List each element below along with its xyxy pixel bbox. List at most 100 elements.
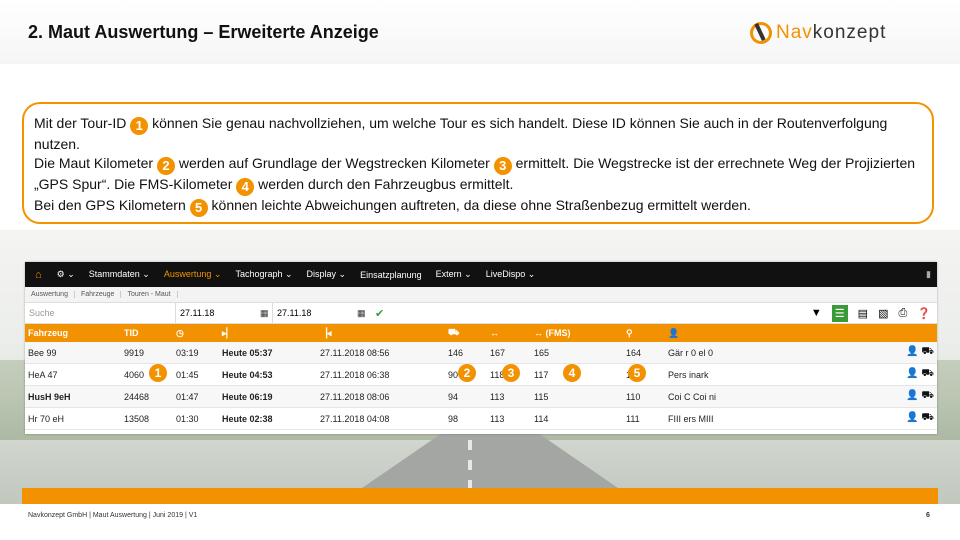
- export-icon[interactable]: ▤: [858, 307, 868, 320]
- nav-tachograph[interactable]: Tachograph ⌄: [228, 269, 299, 280]
- col-start-icon[interactable]: ▸▏: [219, 324, 317, 342]
- filter-icon[interactable]: ▼: [811, 307, 822, 319]
- cell-end: 27.11.2018 06:38: [317, 363, 445, 386]
- breadcrumb: Auswertung Fahrzeuge Touren - Maut: [25, 287, 937, 303]
- marker-3: 3: [502, 364, 520, 382]
- calendar-icon[interactable]: ▦: [357, 308, 369, 319]
- row-action-icons[interactable]: 👤 ⛟: [891, 342, 937, 364]
- col-maut-km-icon[interactable]: ⛟: [445, 324, 487, 342]
- cell-start: Heute 02:38: [219, 407, 317, 430]
- logo-text-nav: Nav: [776, 22, 813, 43]
- table-row[interactable]: Hr 70 eH 13508 01:30 Heute 02:38 27.11.2…: [25, 407, 937, 430]
- marker-2: 2: [458, 364, 476, 382]
- cell-gps-km: 110: [623, 385, 665, 408]
- excel-icon[interactable]: ▧: [878, 307, 888, 320]
- nav-einsatzplanung[interactable]: Einsatzplanung: [353, 270, 429, 280]
- home-icon[interactable]: ⌂: [25, 269, 50, 281]
- nav-livedispo[interactable]: LiveDispo ⌄: [479, 269, 543, 280]
- calendar-icon[interactable]: ▦: [260, 308, 272, 319]
- marker-1: 1: [149, 364, 167, 382]
- slide-title: 2. Maut Auswertung – Erweiterte Anzeige: [28, 22, 379, 42]
- text-p3a: Bei den GPS Kilometern: [34, 197, 190, 213]
- search-input[interactable]: Suche: [25, 308, 175, 318]
- cell-start: Heute 06:19: [219, 385, 317, 408]
- apply-check-icon[interactable]: ✔: [375, 307, 384, 320]
- col-actions: [891, 324, 937, 342]
- cell-driver: Coi C Coi ni: [665, 385, 891, 408]
- cell-distance-fms: 165: [531, 342, 623, 364]
- footer-text: Navkonzept GmbH | Maut Auswertung | Juni…: [28, 512, 198, 519]
- cell-fahrzeug: Bee 99: [25, 342, 121, 364]
- nav-display[interactable]: Display ⌄: [300, 269, 354, 280]
- col-fahrzeug[interactable]: Fahrzeug: [25, 324, 121, 342]
- footer: [0, 504, 960, 540]
- nav-stammdaten[interactable]: Stammdaten ⌄: [82, 269, 157, 280]
- cell-maut-km: 146: [445, 342, 487, 364]
- breadcrumb-fahrzeuge[interactable]: Fahrzeuge: [75, 291, 122, 298]
- col-distance-fms[interactable]: ↔ (FMS): [531, 324, 623, 342]
- text-p1b: können Sie genau nachvollziehen, um welc…: [34, 115, 888, 152]
- table-row[interactable]: HusH 9eH 24468 01:47 Heute 06:19 27.11.2…: [25, 385, 937, 408]
- cell-gps-km: 111: [623, 407, 665, 430]
- cell-duration: 01:45: [173, 363, 219, 386]
- explanation-box: Mit der Tour-ID 1 können Sie genau nachv…: [22, 102, 934, 224]
- breadcrumb-auswertung[interactable]: Auswertung: [25, 291, 75, 298]
- cell-distance-fms: 114: [531, 407, 623, 430]
- col-duration-icon[interactable]: ◷: [173, 324, 219, 342]
- text-p2d: werden durch den Fahrzeugbus ermittelt.: [254, 176, 514, 192]
- cell-fahrzeug: HusH 9eH: [25, 385, 121, 408]
- help-icon[interactable]: ❓: [917, 307, 931, 320]
- settings-gear-icon[interactable]: ⚙ ⌄: [50, 269, 82, 280]
- col-gps-icon[interactable]: ⚲: [623, 324, 665, 342]
- number-badge-5: 5: [189, 199, 208, 217]
- text-p2b: werden auf Grundlage der Wegstrecken Kil…: [174, 155, 494, 171]
- top-navigation: ⌂ ⚙ ⌄ Stammdaten ⌄ Auswertung ⌄ Tachogra…: [25, 262, 937, 287]
- number-badge-1: 1: [130, 117, 149, 135]
- col-end-icon[interactable]: ▕◂: [317, 324, 445, 342]
- cell-maut-km: 94: [445, 385, 487, 408]
- cell-end: 27.11.2018 04:08: [317, 407, 445, 430]
- app-screenshot: ⌂ ⚙ ⌄ Stammdaten ⌄ Auswertung ⌄ Tachogra…: [25, 262, 937, 434]
- cell-driver: Pers inark: [665, 363, 891, 386]
- cell-tid: 9919: [121, 342, 173, 364]
- number-badge-2: 2: [156, 157, 175, 175]
- toolbar: ▼ ☰ ▤ ▧ ⎙ ❓: [811, 304, 937, 322]
- cell-distance: 167: [487, 342, 531, 364]
- table-row[interactable]: Bee 99 9919 03:19 Heute 05:37 27.11.2018…: [25, 342, 937, 364]
- print-icon[interactable]: ⎙: [898, 307, 907, 320]
- window-icon[interactable]: ▮: [926, 269, 937, 280]
- cell-fahrzeug: HeA 47: [25, 363, 121, 386]
- cell-end: 27.11.2018 08:56: [317, 342, 445, 364]
- cell-duration: 01:47: [173, 385, 219, 408]
- text-p3b: können leichte Abweichungen auftreten, d…: [207, 197, 751, 213]
- nav-auswertung[interactable]: Auswertung ⌄: [157, 269, 229, 280]
- date-to-field[interactable]: 27.11.18: [272, 303, 357, 323]
- cell-tid: 13508: [121, 407, 173, 430]
- navkonzept-logo: Nav konzept: [750, 20, 940, 46]
- cell-driver: FIII ers MIII: [665, 407, 891, 430]
- col-distance-icon[interactable]: ↔: [487, 324, 531, 342]
- marker-5: 5: [628, 364, 646, 382]
- number-badge-3: 3: [493, 157, 512, 175]
- col-driver-icon[interactable]: 👤: [665, 324, 891, 342]
- cell-tid: 24468: [121, 385, 173, 408]
- row-action-icons[interactable]: 👤 ⛟: [891, 363, 937, 386]
- col-tid[interactable]: TID: [121, 324, 173, 342]
- row-action-icons[interactable]: 👤 ⛟: [891, 407, 937, 430]
- cell-fahrzeug: Hr 70 eH: [25, 407, 121, 430]
- cell-gps-km: 164: [623, 342, 665, 364]
- date-from-field[interactable]: 27.11.18: [175, 303, 260, 323]
- columns-icon[interactable]: ☰: [831, 304, 848, 322]
- cell-distance: 113: [487, 407, 531, 430]
- cell-duration: 03:19: [173, 342, 219, 364]
- cell-start: Heute 05:37: [219, 342, 317, 364]
- cell-distance: 113: [487, 385, 531, 408]
- cell-distance-fms: 115: [531, 385, 623, 408]
- text-p1a: Mit der Tour-ID: [34, 115, 131, 131]
- nav-extern[interactable]: Extern ⌄: [429, 269, 479, 280]
- breadcrumb-touren-maut[interactable]: Touren - Maut: [121, 291, 178, 298]
- cell-driver: Gär r 0 el 0: [665, 342, 891, 364]
- filter-bar: Suche 27.11.18 ▦ 27.11.18 ▦ ✔ ▼ ☰ ▤ ▧ ⎙ …: [25, 303, 937, 324]
- row-action-icons[interactable]: 👤 ⛟: [891, 385, 937, 408]
- cell-start: Heute 04:53: [219, 363, 317, 386]
